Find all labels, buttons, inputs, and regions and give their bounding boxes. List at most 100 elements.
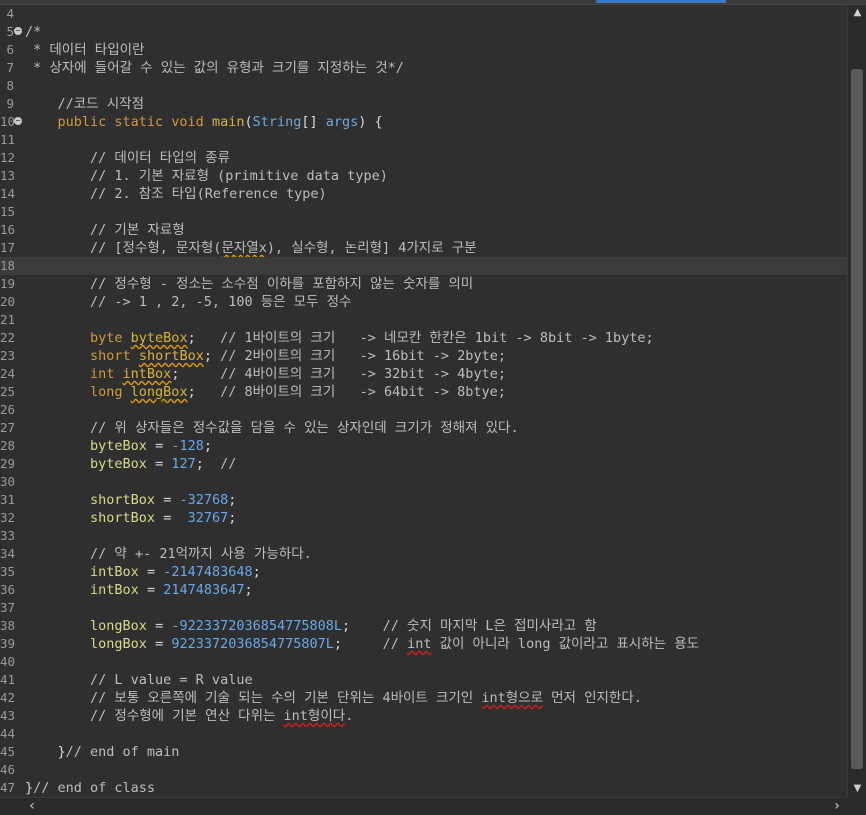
code-line[interactable]: 38 longBox = -9223372036854775808L; // 숫… [0, 617, 847, 635]
code-line[interactable]: 13 // 1. 기본 자료형 (primitive data type) [0, 167, 847, 185]
code-line[interactable]: 4 [0, 5, 847, 23]
code-text: // [정수형, 문자형(문자열x), 실수형, 논리형] 4가지로 구분 [25, 239, 477, 257]
line-number: 37 [0, 600, 16, 615]
code-token: // 보통 오른쪽에 기술 되는 수의 기본 단위는 4바이트 크기인 [25, 690, 482, 706]
scroll-up-icon[interactable]: ▲ [848, 5, 866, 21]
code-line[interactable]: 40 [0, 653, 847, 671]
code-line[interactable]: 18 [0, 257, 847, 275]
code-text: }// end of main [25, 743, 180, 761]
code-text: * 상자에 들어갈 수 있는 값의 유형과 크기를 지정하는 것*/ [25, 59, 404, 77]
code-line[interactable]: 41 // L value = R value [0, 671, 847, 689]
code-line[interactable]: 17 // [정수형, 문자형(문자열x), 실수형, 논리형] 4가지로 구분 [0, 239, 847, 257]
code-line[interactable]: 12 // 데이터 타입의 종류 [0, 149, 847, 167]
code-line[interactable]: 47}// end of class [0, 779, 847, 797]
code-line[interactable]: 27 // 위 상자들은 정수값을 담을 수 있는 상자인데 크기가 정해져 있… [0, 419, 847, 437]
code-token: ), 실수형, 논리형] 4가지로 구분 [266, 240, 477, 256]
code-line[interactable]: 35 intBox = -2147483648; [0, 563, 847, 581]
code-text: // 기본 자료형 [25, 221, 185, 239]
code-line[interactable]: 44 [0, 725, 847, 743]
code-token: longBox [130, 384, 188, 400]
code-line[interactable]: 26 [0, 401, 847, 419]
code-line[interactable]: 31 shortBox = -32768; [0, 491, 847, 509]
code-line[interactable]: 10− public static void main(String[] arg… [0, 113, 847, 131]
code-token: // end of main [65, 744, 180, 760]
code-token: = [146, 438, 172, 454]
code-line[interactable]: 37 [0, 599, 847, 617]
code-line[interactable]: 5−/* [0, 23, 847, 41]
scroll-down-icon[interactable]: ▼ [848, 781, 866, 797]
code-text: byte byteBox; // 1바이트의 크기 -> 네모칸 한칸은 1bi… [25, 329, 654, 347]
code-line[interactable]: 42 // 보통 오른쪽에 기술 되는 수의 기본 단위는 4바이트 크기인 i… [0, 689, 847, 707]
code-line[interactable]: 8 [0, 77, 847, 95]
line-number: 42 [0, 690, 16, 705]
code-token: short [90, 348, 139, 364]
code-line[interactable]: 19 // 정수형 - 정소는 소수점 이하를 포함하지 않는 숫자를 의미 [0, 275, 847, 293]
line-number: 23 [0, 348, 16, 363]
line-number: 25 [0, 384, 16, 399]
scroll-right-icon[interactable]: › [829, 798, 845, 815]
code-line[interactable]: 23 short shortBox; // 2바이트의 크기 -> 16bit … [0, 347, 847, 365]
code-text: // -> 1 , 2, -5, 100 등은 모두 정수 [25, 293, 351, 311]
code-line[interactable]: 29 byteBox = 127; // [0, 455, 847, 473]
vertical-scrollbar[interactable]: ▲ ▼ [847, 5, 866, 797]
code-line[interactable]: 22 byte byteBox; // 1바이트의 크기 -> 네모칸 한칸은 … [0, 329, 847, 347]
code-line[interactable]: 30 [0, 473, 847, 491]
code-line[interactable]: 34 // 약 +- 21억까지 사용 가능하다. [0, 545, 847, 563]
code-line[interactable]: 25 long longBox; // 8바이트의 크기 -> 64bit ->… [0, 383, 847, 401]
line-number: 31 [0, 492, 16, 507]
code-line[interactable]: 9 //코드 시작점 [0, 95, 847, 113]
code-token: ; [333, 636, 383, 652]
line-number: 18 [0, 258, 16, 273]
code-line[interactable]: 45 }// end of main [0, 743, 847, 761]
code-token: // 4바이트의 크기 -> 32bit -> 4byte; [220, 366, 506, 382]
code-token: byteBox [130, 330, 188, 346]
code-line[interactable]: 24 int intBox; // 4바이트의 크기 -> 32bit -> 4… [0, 365, 847, 383]
code-token: shortBox [138, 348, 204, 364]
code-text: byteBox = -128; [25, 437, 212, 455]
fold-toggle-icon[interactable]: − [14, 27, 22, 35]
code-text: longBox = -9223372036854775808L; // 숫지 마… [25, 617, 597, 635]
line-number: 22 [0, 330, 16, 345]
code-line[interactable]: 14 // 2. 참조 타입(Reference type) [0, 185, 847, 203]
code-token: // 데이터 타입의 종류 [25, 150, 231, 166]
code-line[interactable]: 21 [0, 311, 847, 329]
vertical-scroll-thumb[interactable] [851, 69, 863, 769]
code-editor[interactable]: 4 5−/* 6 * 데이터 타입이란 7 * 상자에 들어갈 수 있는 값의 유형과… [0, 5, 847, 797]
code-token: ; [342, 618, 383, 634]
code-token: ; [195, 456, 221, 472]
code-line[interactable]: 32 shortBox = 32767; [0, 509, 847, 527]
code-token: 문자열x [221, 240, 267, 256]
code-text: public static void main(String[] args) { [25, 113, 383, 131]
line-number: 4 [6, 6, 14, 21]
code-token: // 약 +- 21억까지 사용 가능하다. [25, 546, 312, 562]
fold-toggle-icon[interactable]: − [14, 117, 22, 125]
code-line[interactable]: 11 [0, 131, 847, 149]
line-number: 10 [0, 114, 16, 129]
line-number: 30 [0, 474, 16, 489]
code-line[interactable]: 39 longBox = 9223372036854775807L; // in… [0, 635, 847, 653]
code-token: // 위 상자들은 정수값을 담을 수 있는 상자인데 크기가 정해져 있다. [25, 420, 519, 436]
code-line[interactable]: 33 [0, 527, 847, 545]
code-line[interactable]: 16 // 기본 자료형 [0, 221, 847, 239]
line-number: 19 [0, 276, 16, 291]
line-number: 45 [0, 744, 16, 759]
code-line[interactable]: 28 byteBox = -128; [0, 437, 847, 455]
code-line[interactable]: 7 * 상자에 들어갈 수 있는 값의 유형과 크기를 지정하는 것*/ [0, 59, 847, 77]
scroll-left-icon[interactable]: ‹ [24, 798, 40, 815]
code-text: // 약 +- 21억까지 사용 가능하다. [25, 545, 312, 563]
code-line[interactable]: 15 [0, 203, 847, 221]
code-line[interactable]: 46 [0, 761, 847, 779]
horizontal-scrollbar[interactable]: ‹ › [0, 797, 847, 815]
code-line[interactable]: 43 // 정수형에 기본 연산 다위는 int형이다. [0, 707, 847, 725]
code-line[interactable]: 20 // -> 1 , 2, -5, 100 등은 모두 정수 [0, 293, 847, 311]
code-line[interactable]: 6 * 데이터 타입이란 [0, 41, 847, 59]
code-token: = [146, 618, 172, 634]
code-line[interactable]: 36 intBox = 2147483647; [0, 581, 847, 599]
code-token: int [407, 636, 432, 652]
code-token: int [90, 366, 123, 382]
